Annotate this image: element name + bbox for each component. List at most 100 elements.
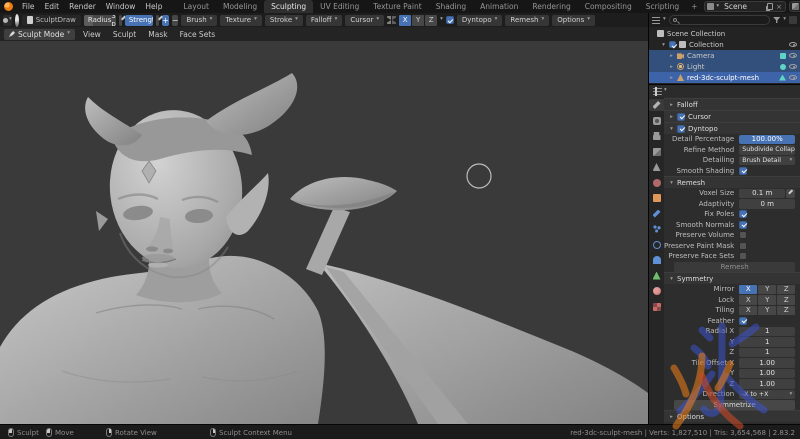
tab-object[interactable] [649,192,664,204]
menu-window[interactable]: Window [102,2,140,11]
tab-scripting[interactable]: Scripting [639,0,686,13]
tab-compositing[interactable]: Compositing [578,0,639,13]
lock-y-toggle[interactable]: Y [758,295,776,305]
tab-output[interactable] [649,130,664,142]
editor-type-properties-icon[interactable] [653,88,662,95]
brush-name-field[interactable]: SculptDraw [22,15,81,26]
close-icon[interactable]: × [775,3,783,11]
panel-dyntopo[interactable]: ▾ Dyntopo [664,122,800,134]
falloff-menu[interactable]: Falloff▾ [306,15,342,26]
tab-view-layer[interactable] [649,146,664,158]
cursor-checkbox[interactable] [677,113,685,121]
outliner-search-input[interactable] [669,15,770,25]
tab-scene[interactable] [649,161,664,173]
tab-material[interactable] [649,285,664,297]
eyedropper-icon[interactable] [786,189,795,199]
tab-render[interactable] [649,115,664,127]
tab-modeling[interactable]: Modeling [216,0,264,13]
outliner-row-sculpt-mesh[interactable]: ▸ red-3dc-sculpt-mesh [649,72,800,83]
preserve-paint-mask-checkbox[interactable] [739,242,747,250]
radius-slider[interactable]: Radius 30 px [84,15,116,26]
mirror-y-toggle[interactable]: Y [758,285,776,295]
active-tool-dropdown[interactable]: ▾ [3,15,12,26]
chevron-right-icon[interactable]: ▸ [669,64,674,70]
symmetry-z-toggle[interactable]: Z [425,15,437,26]
brush-preview-sphere[interactable] [15,14,19,27]
detail-percentage-slider[interactable]: 100.00% [739,135,795,145]
menu-sculpt[interactable]: Sculpt [109,30,140,39]
eye-icon[interactable] [789,75,797,80]
camera-data-icon[interactable] [780,53,786,59]
options-dropdown[interactable]: Options▾ [552,15,595,26]
radial-y-field[interactable]: 1 [739,337,795,347]
viewport-canvas[interactable] [0,41,648,424]
tab-particles[interactable] [649,223,664,235]
cursor-menu[interactable]: Cursor▾ [345,15,384,26]
menu-face-sets[interactable]: Face Sets [176,30,220,39]
direction-dropdown[interactable]: -X to +X▾ [739,390,795,400]
chevron-down-icon[interactable]: ▾ [661,42,666,48]
add-workspace-button[interactable]: + [686,0,702,13]
dyntopo-panel-checkbox[interactable] [677,125,685,133]
tab-object-data[interactable] [649,270,664,282]
tab-rendering[interactable]: Rendering [525,0,577,13]
lock-x-toggle[interactable]: X [739,295,757,305]
chevron-down-icon[interactable]: ▾ [783,17,786,23]
outliner-row-camera[interactable]: ▸ Camera [649,50,800,61]
chevron-right-icon[interactable]: ▸ [669,53,674,59]
menu-help[interactable]: Help [141,2,166,11]
new-scene-icon[interactable] [767,3,773,10]
radius-pressure-icon[interactable] [119,15,122,26]
symmetrize-button[interactable]: Symmetrize [674,400,795,410]
tiling-z-toggle[interactable]: Z [777,306,795,316]
outliner-row-collection[interactable]: ▾ Collection [649,39,800,50]
tab-modifiers[interactable] [649,208,664,220]
outliner-row-scene-collection[interactable]: Scene Collection [649,28,800,39]
tab-physics[interactable] [649,239,664,251]
eye-icon[interactable] [789,64,797,69]
menu-mask[interactable]: Mask [144,30,171,39]
menu-file[interactable]: File [18,2,39,11]
remesh-button[interactable]: Remesh [674,262,795,272]
editor-type-outliner-icon[interactable] [652,17,660,24]
chevron-down-icon[interactable]: ▾ [440,17,443,23]
outliner-row-light[interactable]: ▸ Light [649,61,800,72]
menu-view[interactable]: View [79,30,105,39]
smooth-normals-checkbox[interactable] [739,221,747,229]
menu-render[interactable]: Render [65,2,100,11]
new-collection-icon[interactable] [789,16,797,24]
light-data-icon[interactable] [780,64,786,70]
tile-offset-y-field[interactable]: 1.00 [739,369,795,379]
panel-options[interactable]: ▸ Options [664,410,800,422]
chevron-right-icon[interactable]: ▸ [669,75,674,81]
tab-layout[interactable]: Layout [176,0,216,13]
symmetry-x-toggle[interactable]: X [399,15,411,26]
tab-animation[interactable]: Animation [473,0,525,13]
dyntopo-checkbox[interactable] [446,16,454,24]
tab-sculpting[interactable]: Sculpting [264,0,313,13]
direction-subtract-button[interactable]: − [172,15,179,26]
texture-menu[interactable]: Texture▾ [220,15,261,26]
lock-z-toggle[interactable]: Z [777,295,795,305]
panel-cursor[interactable]: ▸ Cursor [664,110,800,122]
tab-shading[interactable]: Shading [429,0,473,13]
adaptivity-field[interactable]: 0 m [739,199,795,209]
eye-icon[interactable] [789,53,797,58]
panel-falloff[interactable]: ▸ Falloff [664,98,800,110]
tab-constraints[interactable] [649,254,664,266]
preserve-volume-checkbox[interactable] [739,231,747,239]
voxel-size-field[interactable]: 0.1 m [739,189,785,199]
scene-selector[interactable]: ▾ Scene × [704,1,786,12]
strength-pressure-icon[interactable] [156,15,159,26]
mirror-z-toggle[interactable]: Z [777,285,795,295]
collection-checkbox[interactable] [669,41,676,48]
blender-logo-icon[interactable] [4,2,13,11]
brush-menu[interactable]: Brush▾ [181,15,217,26]
panel-symmetry[interactable]: ▾ Symmetry [664,272,800,284]
preserve-face-sets-checkbox[interactable] [739,252,747,260]
mirror-x-toggle[interactable]: X [739,285,757,295]
symmetry-y-toggle[interactable]: Y [412,15,424,26]
panel-remesh[interactable]: ▾ Remesh [664,176,800,188]
tiling-y-toggle[interactable]: Y [758,306,776,316]
refine-method-dropdown[interactable]: Subdivide Collapse▾ [739,145,795,155]
